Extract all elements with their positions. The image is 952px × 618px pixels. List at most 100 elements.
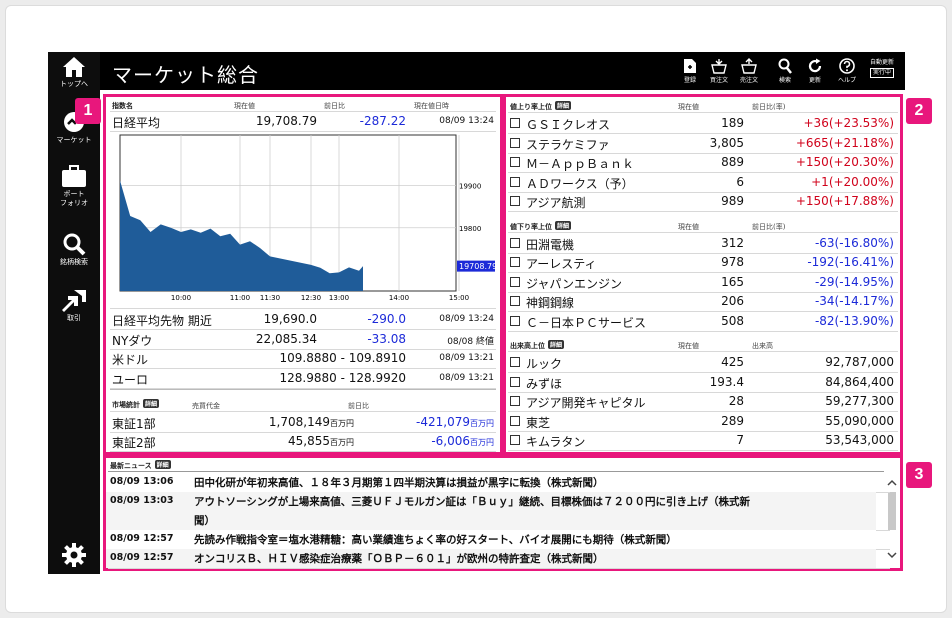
stock-name: ＧＳＩクレオス (526, 118, 611, 132)
refresh-icon (808, 58, 822, 73)
stock-price: 206 (721, 294, 744, 308)
sidebar: トップへ マーケット ポート フォリオ 銘柄検索 取引 (48, 52, 100, 574)
scroll-down-icon[interactable] (886, 550, 898, 560)
stat-change-unit: 百万円 (470, 438, 494, 447)
index-row[interactable]: 米ドル 109.8880 - 109.8910 08/09 13:21 (106, 349, 500, 368)
ranking-row[interactable]: ルック 425 92,787,000 (506, 353, 900, 372)
market-stats-detail-button[interactable]: 詳細 (143, 399, 160, 408)
ranking-title-volume: 出来高上位 詳細 (510, 340, 565, 351)
sidebar-item-trade[interactable]: 取引 (48, 288, 100, 323)
x-tick-label: 11:30 (260, 294, 280, 302)
stock-volume: 92,787,000 (825, 355, 894, 369)
row-checkbox[interactable] (510, 257, 520, 267)
row-checkbox[interactable] (510, 396, 520, 406)
row-checkbox[interactable] (510, 296, 520, 306)
row-checkbox[interactable] (510, 237, 520, 248)
index-row[interactable]: ユーロ 128.9880 - 128.9920 08/09 13:21 (106, 369, 500, 388)
stock-price: 978 (721, 255, 744, 269)
news-item[interactable]: 08/09 13:06 田中化研が年初来高値、１８年３月期第１四半期決算は損益が黒… (106, 473, 886, 492)
row-checkbox[interactable] (510, 118, 520, 128)
stock-price: 508 (721, 313, 744, 328)
stat-value-unit: 百万円 (330, 438, 354, 447)
ranking-row[interactable]: ステラケミファ 3,805 +665(+21.18%) (506, 134, 900, 153)
ranking-row[interactable]: ＡＤワークス（予） 6 +1(+20.00%) (506, 173, 900, 192)
section-badge-2: 2 (906, 98, 932, 124)
ranking-row[interactable]: 神鋼鋼線 206 -34(-14.17%) (506, 292, 900, 311)
stock-change: -29(-14.95%) (814, 274, 894, 289)
row-checkbox[interactable] (510, 196, 520, 206)
buy-order-button[interactable]: 買注文 (704, 58, 734, 85)
market-stat-row[interactable]: 東証1部 1,708,149百万円 -421,079百万円 (106, 413, 500, 432)
ranking-detail-button[interactable]: 詳細 (548, 340, 565, 349)
index-row[interactable]: 日経平均先物 期近 19,690.0 -290.0 08/09 13:24 (106, 310, 500, 329)
section-badge-3: 3 (906, 462, 932, 488)
ranking-row[interactable]: 東芝 289 55,090,000 (506, 412, 900, 431)
market-stat-row[interactable]: 東証2部 45,855百万円 -6,006百万円 (106, 432, 500, 451)
refresh-button[interactable]: 更新 (800, 58, 830, 85)
ranking-row[interactable]: アーレスティ 978 -192(-16.41%) (506, 253, 900, 272)
ranking-title-losers: 値下り率上位 詳細 (510, 220, 572, 232)
stock-name: キムラタン (526, 435, 586, 449)
news-item[interactable]: 08/09 12:57 オンコリスＢ、ＨＩＶ感染症治療薬「ＯＢＰ－６０１」が欧州の… (106, 549, 886, 568)
sell-order-button[interactable]: 売注文 (734, 58, 764, 85)
row-checkbox[interactable] (510, 435, 520, 445)
ranking-title-text: 値下り率上位 (510, 222, 552, 231)
ranking-row[interactable]: Ｃ－日本ＰＣサービス 508 -82(-13.90%) (506, 312, 900, 331)
index-name: 米ドル (112, 353, 149, 367)
ranking-row[interactable]: Ｍ－ＡｐｐＢａｎｋ 889 +150(+20.30%) (506, 153, 900, 172)
scroll-up-icon[interactable] (886, 478, 898, 488)
sidebar-item-stock-search[interactable]: 銘柄検索 (48, 232, 100, 267)
row-checkbox[interactable] (510, 176, 520, 187)
ranking-row[interactable]: アジア開発キャピタル 28 59,277,300 (506, 392, 900, 411)
briefcase-icon (62, 165, 86, 187)
help-button[interactable]: ヘルプ (832, 58, 862, 85)
ranking-row[interactable]: みずほ 193.4 84,864,400 (506, 373, 900, 392)
stock-price: 28 (728, 394, 744, 408)
row-checkbox[interactable] (510, 276, 520, 287)
divider (110, 411, 496, 412)
ranking-detail-button[interactable]: 詳細 (555, 101, 572, 110)
stock-price: 3,805 (709, 135, 744, 150)
nikkei-intraday-chart: 10:00 11:00 11:30 12:30 13:00 14:00 15:00 1990… (119, 134, 497, 302)
current-price-label: 19708.79 (459, 262, 497, 271)
ranking-row[interactable]: アジア航測 989 +150(+17.88%) (506, 192, 900, 211)
stock-change: +150(+17.88%) (795, 194, 894, 208)
row-checkbox[interactable] (510, 157, 520, 167)
ranking-row[interactable]: ＧＳＩクレオス 189 +36(+23.53%) (506, 114, 900, 133)
row-checkbox[interactable] (510, 315, 520, 326)
settings-button[interactable] (48, 542, 100, 570)
row-checkbox[interactable] (510, 376, 520, 387)
stock-name: ジャパンエンジン (526, 276, 623, 291)
row-checkbox[interactable] (510, 357, 520, 367)
news-detail-button[interactable]: 詳細 (154, 460, 171, 469)
sidebar-item-portfolio[interactable]: ポート フォリオ (48, 164, 100, 208)
market-stats-title: 市場統計 詳細 (112, 399, 160, 409)
auto-update-toggle[interactable]: 自動更新 実行中 (870, 59, 895, 78)
nikkei-row[interactable]: 日経平均 19,708.79 -287.22 08/09 13:24 (106, 113, 500, 131)
nikkei-price: 19,708.79 (255, 114, 317, 128)
news-scrollbar[interactable] (886, 474, 898, 564)
sidebar-item-top[interactable]: トップへ (48, 56, 100, 89)
row-checkbox[interactable] (510, 137, 520, 148)
scroll-thumb[interactable] (888, 492, 896, 530)
col-header-price: 現在値 (678, 222, 699, 231)
auto-update-label: 自動更新 (870, 59, 895, 66)
col-header-name: 指数名 (112, 102, 133, 110)
stock-volume: 55,090,000 (825, 413, 894, 428)
ranking-row[interactable]: 田淵電機 312 -63(-16.80%) (506, 234, 900, 253)
index-row[interactable]: NYダウ 22,085.34 -33.08 08/08 終値 (106, 330, 500, 349)
ranking-row[interactable]: ジャパンエンジン 165 -29(-14.95%) (506, 273, 900, 292)
news-item[interactable]: 08/09 13:03 アウトソーシングが上場来高値、三菱ＵＦＪモルガン証は「Ｂｕ… (106, 492, 886, 530)
x-tick-label: 15:00 (449, 294, 469, 302)
stat-change: -6,006百万円 (431, 434, 494, 448)
ranking-detail-button[interactable]: 詳細 (555, 220, 572, 230)
ranking-row[interactable]: キムラタン 7 53,543,000 (506, 431, 900, 450)
row-checkbox[interactable] (510, 415, 520, 426)
register-button[interactable]: 登録 (675, 58, 705, 85)
search-button[interactable]: 検索 (770, 58, 800, 85)
stock-price: 7 (736, 433, 744, 447)
stock-name: ＡＤワークス（予） (526, 176, 634, 191)
stock-name: Ｃ－日本ＰＣサービス (526, 315, 647, 330)
col-header-price: 現在値 (234, 102, 255, 110)
news-item[interactable]: 08/09 12:57 先読み作戦指令室＝塩水港精糖：高い業績進ちょく率の好スター… (106, 530, 886, 549)
